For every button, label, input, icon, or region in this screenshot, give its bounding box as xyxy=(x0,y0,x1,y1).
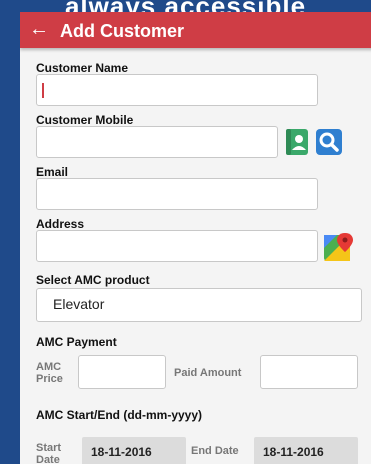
customer-name-label: Customer Name xyxy=(36,61,129,75)
amc-product-selected: Elevator xyxy=(53,296,105,312)
amc-product-select[interactable]: Elevator xyxy=(36,288,362,322)
address-input[interactable] xyxy=(36,230,318,262)
end-date-label: End Date xyxy=(191,445,239,457)
amc-price-label-line2: Price xyxy=(36,373,63,385)
back-arrow-icon[interactable]: ← xyxy=(29,16,49,42)
end-date-field[interactable]: 18-11-2016 xyxy=(254,437,358,464)
start-date-field[interactable]: 18-11-2016 xyxy=(82,437,186,464)
address-label: Address xyxy=(36,217,85,231)
email-input[interactable] xyxy=(36,178,318,210)
amc-price-input[interactable] xyxy=(78,355,166,389)
paid-amount-label: Paid Amount xyxy=(174,367,242,379)
text-cursor xyxy=(42,83,44,98)
customer-name-input[interactable] xyxy=(36,74,318,106)
page-title: Add Customer xyxy=(60,21,185,41)
app-screen: ← Add Customer Customer Name Customer Mo… xyxy=(20,12,371,464)
contacts-book-icon[interactable] xyxy=(284,128,310,156)
search-icon[interactable] xyxy=(315,128,343,156)
customer-mobile-label: Customer Mobile xyxy=(36,113,134,127)
amc-payment-label: AMC Payment xyxy=(36,335,117,349)
start-date-label: Start Date xyxy=(36,442,61,464)
start-date-label-line2: Date xyxy=(36,454,60,464)
google-maps-icon[interactable] xyxy=(323,232,355,262)
app-bar: ← Add Customer xyxy=(20,12,371,48)
paid-amount-input[interactable] xyxy=(260,355,358,389)
customer-mobile-input[interactable] xyxy=(36,126,278,158)
amc-product-label: Select AMC product xyxy=(36,273,150,287)
email-label: Email xyxy=(36,165,69,179)
amc-price-label: AMC Price xyxy=(36,361,63,385)
start-date-label-line1: Start xyxy=(36,442,62,454)
amc-dates-label: AMC Start/End (dd-mm-yyyy) xyxy=(36,408,203,422)
amc-price-label-line1: AMC xyxy=(36,361,62,373)
